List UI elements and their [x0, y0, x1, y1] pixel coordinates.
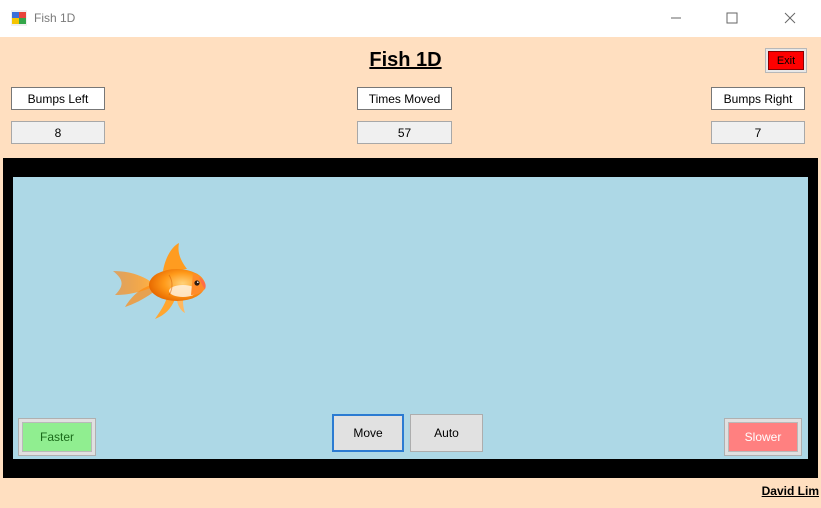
- author-link[interactable]: David Lim: [762, 484, 819, 498]
- faster-button-label: Faster: [22, 422, 92, 452]
- maximize-icon: [726, 12, 738, 24]
- bumps-right-value: 7: [711, 121, 805, 144]
- fish-tank-frame: Faster Move Auto Slower: [3, 158, 818, 478]
- form-body: Fish 1D Exit Bumps Left Times Moved Bump…: [0, 37, 821, 508]
- exit-button[interactable]: Exit: [765, 48, 807, 73]
- close-icon: [784, 12, 796, 24]
- times-moved-button[interactable]: Times Moved: [357, 87, 452, 110]
- faster-button[interactable]: Faster: [18, 418, 96, 456]
- minimize-button[interactable]: [653, 0, 699, 36]
- bumps-left-button[interactable]: Bumps Left: [11, 87, 105, 110]
- auto-button[interactable]: Auto: [410, 414, 483, 452]
- goldfish-image: [113, 243, 206, 319]
- bumps-right-button[interactable]: Bumps Right: [711, 87, 805, 110]
- exit-button-label: Exit: [768, 51, 804, 70]
- slower-button[interactable]: Slower: [724, 418, 802, 456]
- move-button[interactable]: Move: [332, 414, 404, 452]
- close-button[interactable]: [767, 0, 813, 36]
- maximize-button[interactable]: [709, 0, 755, 36]
- fish-tank-water: Faster Move Auto Slower: [13, 177, 808, 459]
- times-moved-value: 57: [357, 121, 452, 144]
- window-title: Fish 1D: [34, 11, 76, 25]
- slower-button-label: Slower: [728, 422, 798, 452]
- bumps-left-value: 8: [11, 121, 105, 144]
- title-bar: Fish 1D: [0, 0, 821, 37]
- app-icon: [11, 10, 27, 26]
- page-title: Fish 1D: [369, 49, 442, 71]
- minimize-icon: [671, 17, 681, 19]
